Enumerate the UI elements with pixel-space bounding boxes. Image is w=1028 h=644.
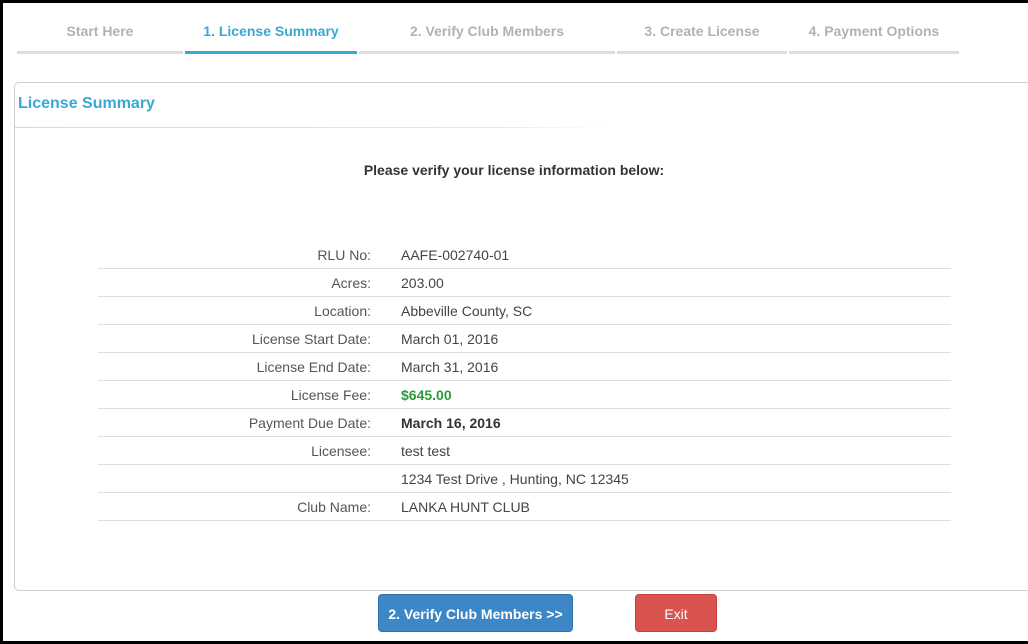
info-label: Licensee: xyxy=(311,442,371,459)
info-value: AAFE-002740-01 xyxy=(401,246,510,263)
info-label: License End Date: xyxy=(256,358,371,375)
step-license-summary[interactable]: 1. License Summary xyxy=(185,14,357,54)
panel-title-divider xyxy=(15,127,605,128)
step-verify-club-members[interactable]: 2. Verify Club Members xyxy=(359,14,615,54)
exit-button[interactable]: Exit xyxy=(635,594,717,632)
info-row-end-date: License End Date: March 31, 2016 xyxy=(98,353,951,381)
info-row-start-date: License Start Date: March 01, 2016 xyxy=(98,325,951,353)
info-value: March 31, 2016 xyxy=(401,358,499,375)
info-value: 1234 Test Drive , Hunting, NC 12345 xyxy=(401,470,629,487)
info-row-license-fee: License Fee: $645.00 xyxy=(98,381,951,409)
step-create-license[interactable]: 3. Create License xyxy=(617,14,787,54)
payment-due-date-value: March 16, 2016 xyxy=(401,414,501,431)
step-start-here[interactable]: Start Here xyxy=(17,14,183,54)
info-row-location: Location: Abbeville County, SC xyxy=(98,297,951,325)
info-label: Payment Due Date: xyxy=(248,414,371,431)
info-value: test test xyxy=(401,442,451,459)
info-value: LANKA HUNT CLUB xyxy=(401,498,530,515)
info-row-address: 1234 Test Drive , Hunting, NC 12345 xyxy=(98,465,951,493)
info-value: March 01, 2016 xyxy=(401,330,499,347)
info-label: License Fee: xyxy=(290,386,371,403)
step-payment-options[interactable]: 4. Payment Options xyxy=(789,14,959,54)
wizard-steps: Start Here 1. License Summary 2. Verify … xyxy=(17,14,961,56)
license-info-table: RLU No: AAFE-002740-01 Acres: 203.00 Loc… xyxy=(98,241,951,521)
info-row-club-name: Club Name: LANKA HUNT CLUB xyxy=(98,493,951,521)
info-value: 203.00 xyxy=(401,274,444,291)
info-row-due-date: Payment Due Date: March 16, 2016 xyxy=(98,409,951,437)
verify-club-members-button[interactable]: 2. Verify Club Members >> xyxy=(378,594,573,632)
license-fee-value: $645.00 xyxy=(401,386,452,403)
info-label: Acres: xyxy=(331,274,371,291)
info-label: License Start Date: xyxy=(251,330,371,347)
info-label: Club Name: xyxy=(297,498,371,515)
info-row-acres: Acres: 203.00 xyxy=(98,269,951,297)
panel-title: License Summary xyxy=(18,95,155,112)
info-row-rlu: RLU No: AAFE-002740-01 xyxy=(98,241,951,269)
info-row-licensee: Licensee: test test xyxy=(98,437,951,465)
info-label: Location: xyxy=(314,302,371,319)
intro-text: Please verify your license information b… xyxy=(363,162,665,178)
info-label: RLU No: xyxy=(317,246,371,263)
info-value: Abbeville County, SC xyxy=(401,302,533,319)
